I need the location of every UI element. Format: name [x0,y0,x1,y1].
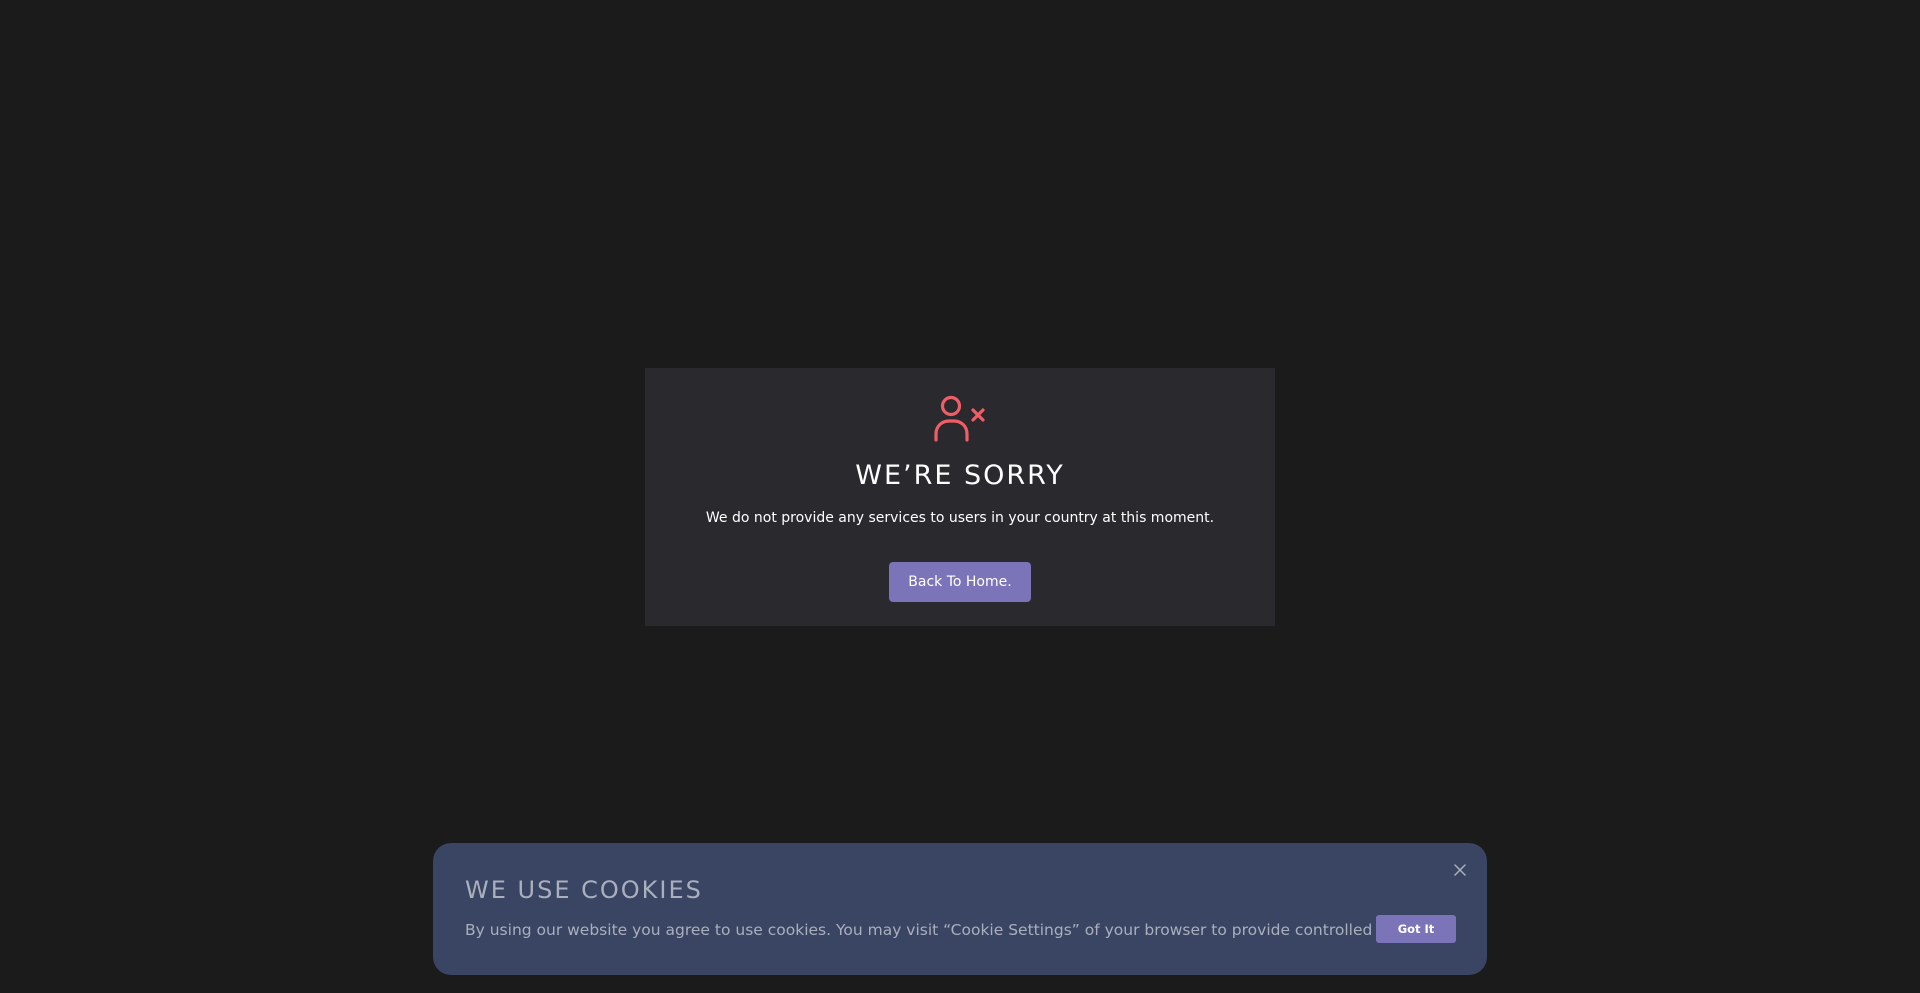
user-x-icon [934,395,985,442]
got-it-button[interactable]: Got It [1376,915,1456,943]
close-icon[interactable] [1451,861,1469,879]
page-title: WE’RE SORRY [855,460,1065,491]
cookie-message: By using our website you agree to use co… [465,921,1444,939]
back-to-home-button[interactable]: Back To Home. [889,562,1031,602]
cookie-banner: WE USE COOKIES By using our website you … [433,843,1487,975]
page: WE’RE SORRY We do not provide any servic… [0,0,1920,993]
cookie-title: WE USE COOKIES [465,876,703,904]
restriction-message: We do not provide any services to users … [705,510,1215,526]
restricted-access-card: WE’RE SORRY We do not provide any servic… [645,368,1275,626]
